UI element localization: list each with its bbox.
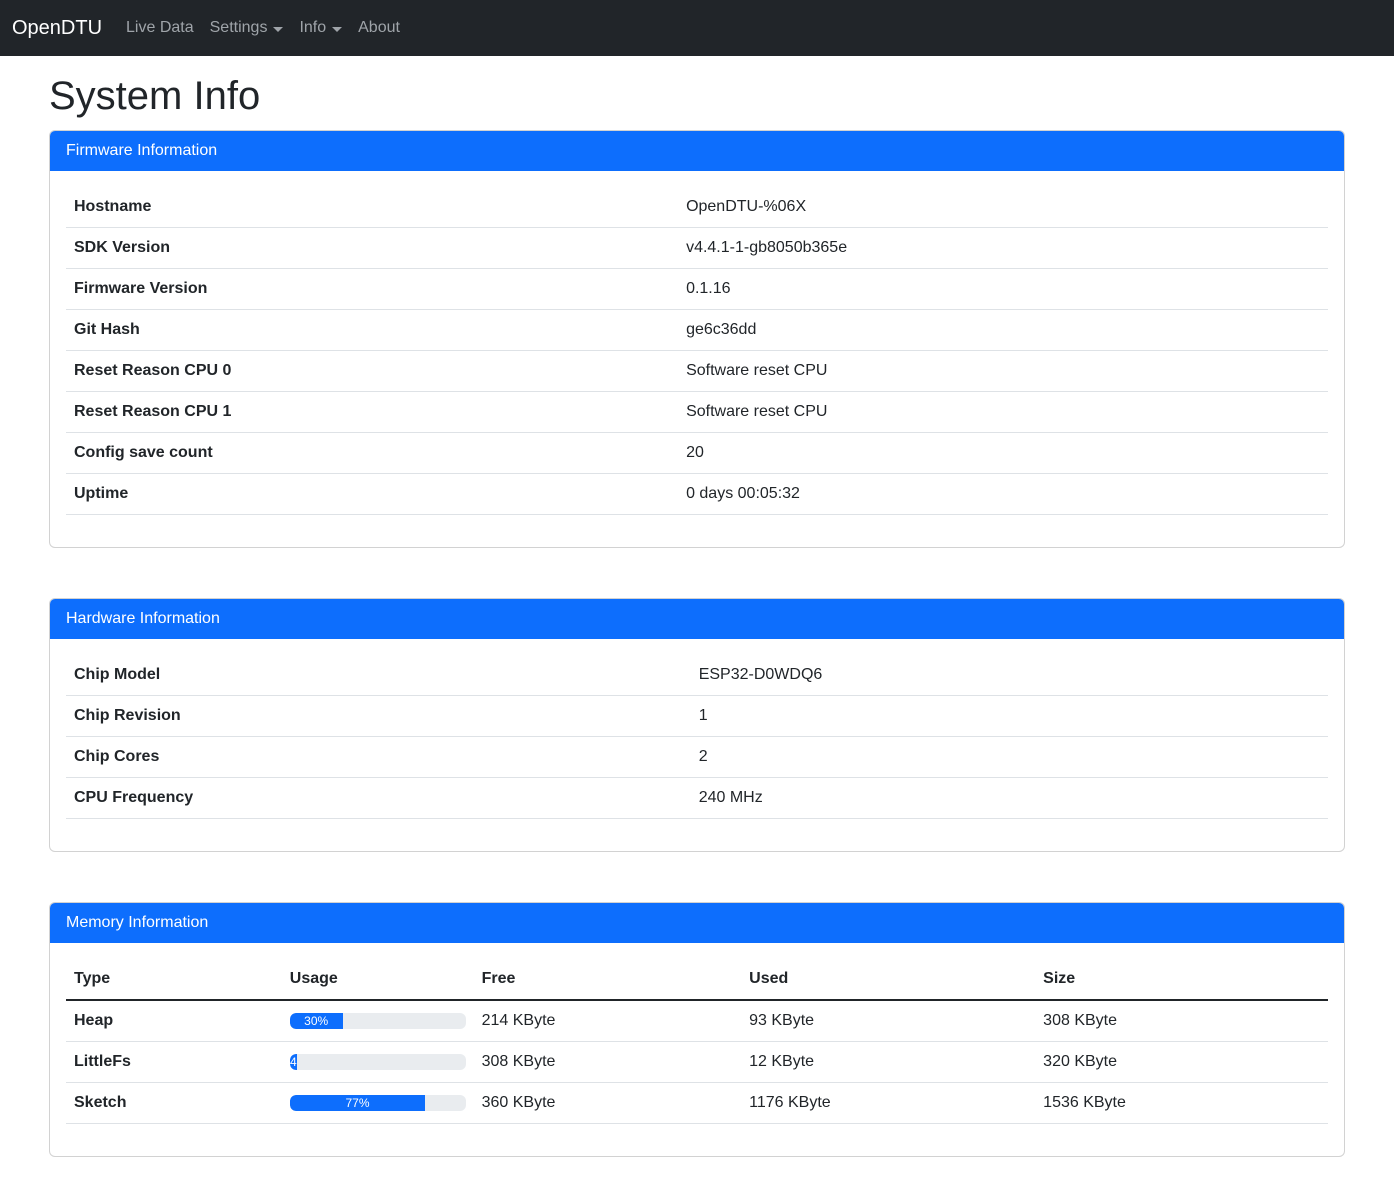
nav-item-live-data[interactable]: Live Data [118,11,202,45]
usage-progress-track: 77% [290,1095,466,1111]
table-row: Hostname OpenDTU-%06X [66,187,1328,228]
table-row: Chip Revision 1 [66,696,1328,737]
row-value: 240 MHz [691,778,1328,819]
table-row: Firmware Version 0.1.16 [66,269,1328,310]
navbar: OpenDTU Live Data Settings Info About [0,0,1394,56]
memory-size: 1536 KByte [1035,1083,1328,1124]
row-label: Chip Cores [66,737,691,778]
row-value: Software reset CPU [678,392,1328,433]
column-header-usage: Usage [282,959,474,1000]
memory-usage-cell: 4 [282,1042,474,1083]
table-row: Config save count 20 [66,433,1328,474]
usage-progress-track: 4 [290,1054,466,1070]
row-value: v4.4.1-1-gb8050b365e [678,228,1328,269]
row-value: 20 [678,433,1328,474]
row-label: Chip Revision [66,696,691,737]
row-label: Chip Model [66,655,691,696]
row-label: Config save count [66,433,678,474]
main-content: System Info Firmware Information Hostnam… [37,72,1357,1157]
row-label: SDK Version [66,228,678,269]
memory-free: 308 KByte [474,1042,742,1083]
table-row: Chip Model ESP32-D0WDQ6 [66,655,1328,696]
memory-information-card: Memory Information Type Usage Free Used … [49,902,1345,1157]
table-row: Reset Reason CPU 1 Software reset CPU [66,392,1328,433]
chevron-down-icon [332,27,342,32]
memory-used: 12 KByte [741,1042,1035,1083]
column-header-used: Used [741,959,1035,1000]
table-row: LittleFs 4 308 KByte 12 KByte 320 KByte [66,1042,1328,1083]
memory-used: 93 KByte [741,1000,1035,1042]
row-value: ESP32-D0WDQ6 [691,655,1328,696]
row-value: 2 [691,737,1328,778]
nav-item-label: Settings [210,19,268,37]
row-value: 1 [691,696,1328,737]
nav-item-settings[interactable]: Settings [202,11,292,45]
usage-progress-bar: 30% [290,1013,343,1029]
hardware-information-card: Hardware Information Chip Model ESP32-D0… [49,598,1345,852]
memory-size: 320 KByte [1035,1042,1328,1083]
memory-card-body: Type Usage Free Used Size Heap 30% [50,943,1344,1156]
usage-progress-bar: 77% [290,1095,425,1111]
table-row: Heap 30% 214 KByte 93 KByte 308 KByte [66,1000,1328,1042]
hardware-table: Chip Model ESP32-D0WDQ6 Chip Revision 1 … [66,655,1328,819]
page-title: System Info [49,72,1345,120]
row-label: CPU Frequency [66,778,691,819]
firmware-table: Hostname OpenDTU-%06X SDK Version v4.4.1… [66,187,1328,515]
memory-type: Sketch [66,1083,282,1124]
row-label: Uptime [66,474,678,515]
row-value: Software reset CPU [678,351,1328,392]
table-header-row: Type Usage Free Used Size [66,959,1328,1000]
row-value: 0 days 00:05:32 [678,474,1328,515]
row-value: 0.1.16 [678,269,1328,310]
row-label: Hostname [66,187,678,228]
memory-card-header: Memory Information [50,903,1344,943]
usage-progress-track: 30% [290,1013,466,1029]
row-label: Git Hash [66,310,678,351]
memory-size: 308 KByte [1035,1000,1328,1042]
chevron-down-icon [273,27,283,32]
usage-progress-bar: 4 [290,1054,297,1070]
memory-usage-cell: 77% [282,1083,474,1124]
hardware-card-header: Hardware Information [50,599,1344,639]
memory-table: Type Usage Free Used Size Heap 30% [66,959,1328,1124]
memory-used: 1176 KByte [741,1083,1035,1124]
column-header-type: Type [66,959,282,1000]
table-row: Chip Cores 2 [66,737,1328,778]
firmware-card-body: Hostname OpenDTU-%06X SDK Version v4.4.1… [50,171,1344,547]
navbar-menu: Live Data Settings Info About [118,11,408,45]
memory-free: 214 KByte [474,1000,742,1042]
nav-item-label: Info [299,19,326,37]
firmware-card-header: Firmware Information [50,131,1344,171]
column-header-size: Size [1035,959,1328,1000]
nav-item-info[interactable]: Info [291,11,350,45]
row-value: OpenDTU-%06X [678,187,1328,228]
column-header-free: Free [474,959,742,1000]
nav-item-label: Live Data [126,19,194,37]
brand-logo[interactable]: OpenDTU [12,17,102,40]
hardware-card-body: Chip Model ESP32-D0WDQ6 Chip Revision 1 … [50,639,1344,851]
memory-type: Heap [66,1000,282,1042]
firmware-information-card: Firmware Information Hostname OpenDTU-%0… [49,130,1345,548]
memory-free: 360 KByte [474,1083,742,1124]
row-value: ge6c36dd [678,310,1328,351]
row-label: Firmware Version [66,269,678,310]
table-row: Sketch 77% 360 KByte 1176 KByte 1536 KBy… [66,1083,1328,1124]
row-label: Reset Reason CPU 1 [66,392,678,433]
nav-item-label: About [358,19,400,37]
memory-type: LittleFs [66,1042,282,1083]
memory-usage-cell: 30% [282,1000,474,1042]
table-row: Reset Reason CPU 0 Software reset CPU [66,351,1328,392]
table-row: Uptime 0 days 00:05:32 [66,474,1328,515]
table-row: SDK Version v4.4.1-1-gb8050b365e [66,228,1328,269]
nav-item-about[interactable]: About [350,11,408,45]
row-label: Reset Reason CPU 0 [66,351,678,392]
table-row: Git Hash ge6c36dd [66,310,1328,351]
table-row: CPU Frequency 240 MHz [66,778,1328,819]
